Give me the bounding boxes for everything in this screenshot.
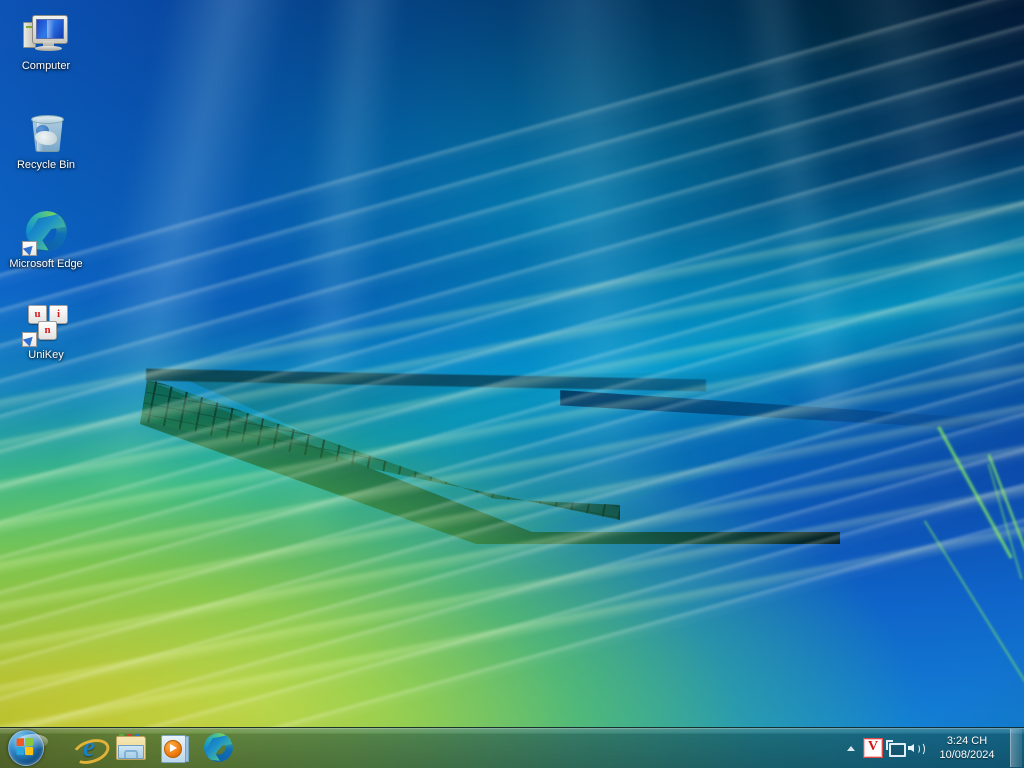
taskbar-item-windows-explorer[interactable] xyxy=(114,731,148,765)
internet-explorer-icon: e xyxy=(69,733,113,768)
media-player-icon xyxy=(161,735,189,763)
network-icon xyxy=(886,740,906,757)
desktop[interactable]: Computer Recycle Bin Microsoft Edge u i xyxy=(0,0,1024,768)
speaker-icon xyxy=(907,740,927,756)
system-tray: V 3:24 CH 10/08/2024 xyxy=(840,729,1024,767)
computer-icon xyxy=(22,10,70,58)
chevron-up-icon xyxy=(847,745,855,751)
shortcut-arrow-icon xyxy=(22,241,37,256)
desktop-icon-computer[interactable]: Computer xyxy=(6,6,86,75)
show-desktop-button[interactable] xyxy=(1010,729,1022,767)
clock-time: 3:24 CH xyxy=(946,735,988,747)
start-button[interactable] xyxy=(2,729,52,767)
shortcut-arrow-icon xyxy=(22,332,37,347)
desktop-icon-recycle-bin[interactable]: Recycle Bin xyxy=(6,105,86,174)
taskbar-item-microsoft-edge[interactable] xyxy=(202,731,236,765)
desktop-icon-label: Microsoft Edge xyxy=(9,258,83,270)
taskbar-item-windows-media-player[interactable] xyxy=(158,731,192,765)
clock-date: 10/08/2024 xyxy=(939,749,995,761)
unikey-key-n: n xyxy=(38,321,57,340)
tray-item-network[interactable] xyxy=(884,733,906,763)
desktop-icon-unikey[interactable]: u i n UniKey xyxy=(6,295,86,364)
desktop-icon-microsoft-edge[interactable]: Microsoft Edge xyxy=(6,204,86,273)
unikey-icon: u i n xyxy=(22,299,70,347)
unikey-tray-icon: V xyxy=(863,738,883,758)
tray-show-hidden-icons-button[interactable] xyxy=(840,733,862,763)
wallpaper-vignette xyxy=(0,0,1024,768)
desktop-icon-label: UniKey xyxy=(28,349,64,361)
desktop-icon-column: Computer Recycle Bin Microsoft Edge u i xyxy=(0,0,92,364)
desktop-icon-label: Recycle Bin xyxy=(16,159,76,171)
folder-icon xyxy=(116,734,146,760)
windows-flag-icon xyxy=(16,737,37,759)
edge-icon xyxy=(22,208,70,256)
taskbar-item-internet-explorer[interactable]: e xyxy=(69,731,113,768)
tray-item-unikey[interactable]: V xyxy=(862,733,884,763)
taskbar-clock[interactable]: 3:24 CH 10/08/2024 xyxy=(928,734,1006,762)
recycle-bin-icon xyxy=(22,109,70,157)
desktop-icon-label: Computer xyxy=(21,60,71,72)
taskbar: e V 3:24 CH 10/08/2024 xyxy=(0,727,1024,768)
tray-item-volume[interactable] xyxy=(906,733,928,763)
quick-launch-bar: e xyxy=(69,731,236,768)
